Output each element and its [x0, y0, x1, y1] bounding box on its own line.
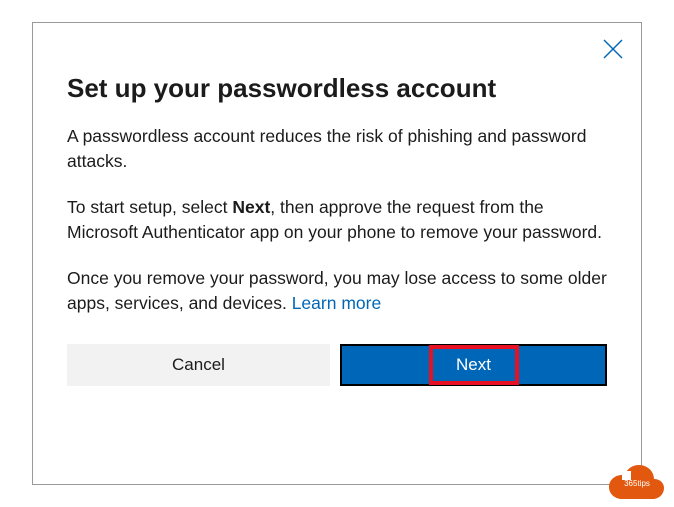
- p2-bold: Next: [232, 197, 270, 217]
- dialog-button-row: Cancel Next: [67, 344, 607, 386]
- p2-prefix: To start setup, select: [67, 197, 232, 217]
- watermark-badge: 365tips: [608, 461, 666, 501]
- next-button-label: Next: [456, 355, 491, 375]
- dialog-body: A passwordless account reduces the risk …: [67, 124, 607, 316]
- learn-more-link[interactable]: Learn more: [292, 293, 382, 313]
- dialog-title: Set up your passwordless account: [67, 73, 607, 104]
- paragraph-warning: Once you remove your password, you may l…: [67, 266, 607, 317]
- badge-text: 365tips: [608, 479, 666, 488]
- paragraph-intro: A passwordless account reduces the risk …: [67, 124, 607, 175]
- cancel-button[interactable]: Cancel: [67, 344, 330, 386]
- close-button[interactable]: [601, 37, 625, 61]
- paragraph-instructions: To start setup, select Next, then approv…: [67, 195, 607, 246]
- next-button[interactable]: Next: [340, 344, 607, 386]
- close-icon: [601, 37, 625, 61]
- passwordless-setup-dialog: Set up your passwordless account A passw…: [32, 22, 642, 485]
